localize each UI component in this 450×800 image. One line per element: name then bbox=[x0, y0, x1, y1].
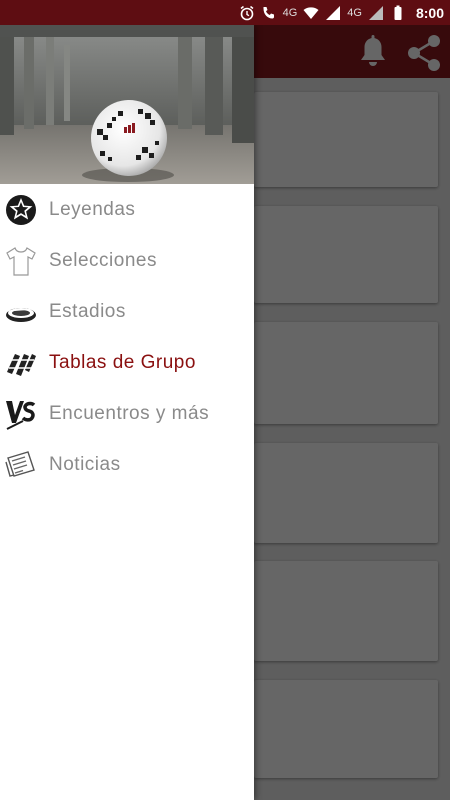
navigation-drawer: Leyendas Selecciones Estadios Tablas de … bbox=[0, 25, 254, 800]
signal-icon bbox=[326, 5, 341, 20]
drawer-item-label: Estadios bbox=[49, 300, 126, 322]
clock-time: 8:00 bbox=[415, 4, 444, 21]
network-type-label: 4G bbox=[347, 6, 362, 19]
versus-icon bbox=[6, 401, 36, 430]
newspaper-icon bbox=[5, 451, 35, 477]
group-table-icon bbox=[7, 354, 36, 376]
drawer-item-selecciones[interactable]: Selecciones bbox=[0, 235, 254, 286]
drawer-item-label: Noticias bbox=[49, 453, 121, 475]
drawer-item-label: Selecciones bbox=[49, 249, 157, 271]
volte-call-icon bbox=[263, 6, 274, 18]
drawer-item-tablas-de-grupo[interactable]: Tablas de Grupo bbox=[0, 337, 254, 388]
soccer-ball-photo bbox=[0, 25, 254, 184]
drawer-item-label: Encuentros y más bbox=[49, 402, 210, 424]
drawer-item-estadios[interactable]: Estadios bbox=[0, 286, 254, 337]
star-badge-icon bbox=[6, 195, 36, 225]
drawer-item-label: Tablas de Grupo bbox=[49, 351, 196, 373]
shirt-icon bbox=[6, 247, 36, 276]
drawer-item-encuentros[interactable]: Encuentros y más bbox=[0, 388, 254, 439]
stadium-icon bbox=[6, 308, 36, 322]
network-type-label-small: 4G bbox=[282, 6, 298, 19]
battery-icon bbox=[394, 5, 402, 20]
drawer-item-leyendas[interactable]: Leyendas bbox=[0, 184, 254, 235]
signal-icon-secondary bbox=[368, 5, 383, 20]
status-bar: 4G 4G 8:00 bbox=[0, 0, 450, 25]
wifi-icon bbox=[303, 6, 319, 19]
alarm-icon bbox=[240, 5, 254, 20]
drawer-item-label: Leyendas bbox=[49, 198, 136, 220]
drawer-item-noticias[interactable]: Noticias bbox=[0, 439, 254, 490]
drawer-header-image bbox=[0, 25, 254, 184]
drawer-menu: Leyendas Selecciones Estadios Tablas de … bbox=[0, 184, 254, 490]
